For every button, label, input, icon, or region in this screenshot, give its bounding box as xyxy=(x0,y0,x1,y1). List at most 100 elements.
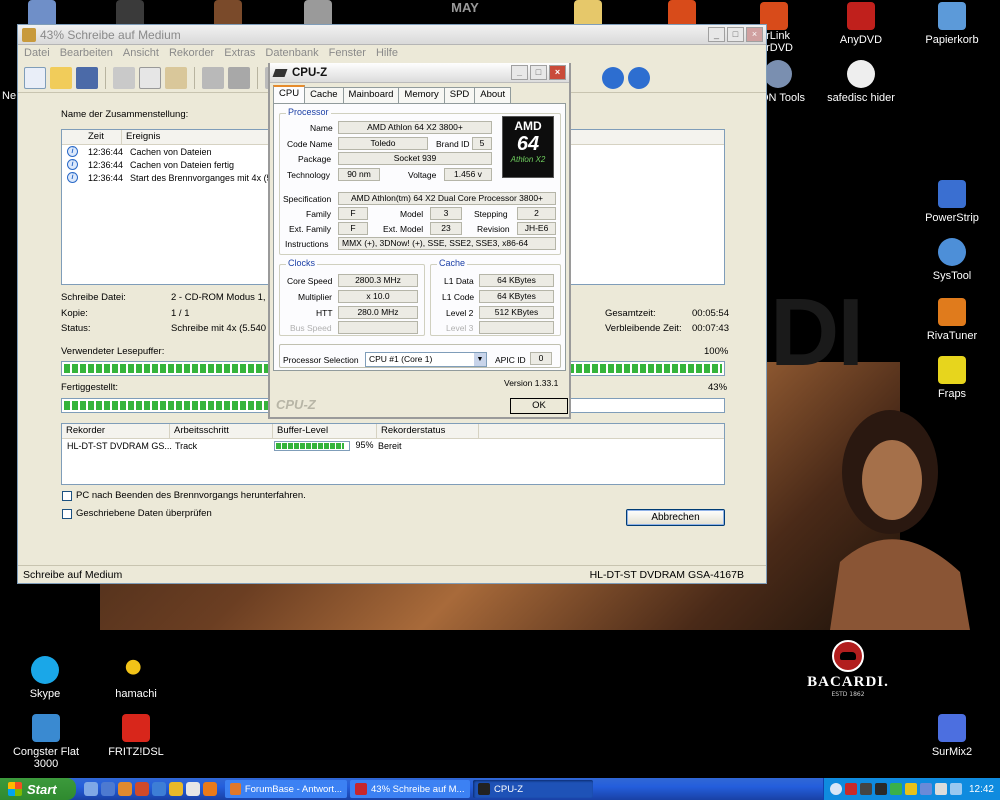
ok-button[interactable]: OK xyxy=(510,398,568,414)
burn-window-title: 43% Schreibe auf Medium xyxy=(40,27,181,42)
chevron-down-icon: ▼ xyxy=(474,353,486,366)
close-button[interactable]: × xyxy=(549,65,566,80)
quicklaunch-icon-4[interactable] xyxy=(135,782,149,796)
revision-label: Revision xyxy=(477,224,510,234)
desktop-icon-hamachi[interactable]: hamachi xyxy=(98,656,174,700)
tray-icon-3[interactable] xyxy=(874,783,887,795)
task-forumbase[interactable]: ForumBase - Antwort... xyxy=(225,780,347,798)
quicklaunch-icon-7[interactable] xyxy=(186,782,200,796)
quicklaunch-icon-8[interactable] xyxy=(203,782,217,796)
processor-selection-dropdown[interactable]: CPU #1 (Core 1) ▼ xyxy=(365,352,487,367)
info-icon[interactable] xyxy=(602,66,624,89)
tray-icon-1[interactable] xyxy=(844,783,857,795)
menu-datei[interactable]: Datei xyxy=(24,47,50,61)
tray-expand-icon[interactable] xyxy=(829,783,842,795)
desktop-icon-skype[interactable]: Skype xyxy=(7,656,83,700)
copy-value: 1 / 1 xyxy=(171,308,190,319)
toolbar-separator xyxy=(194,66,195,89)
maximize-button[interactable]: □ xyxy=(727,27,744,42)
open-folder-icon[interactable] xyxy=(50,66,72,89)
log-time: 12:36:44 xyxy=(88,172,124,183)
l1-code-value: 64 KBytes xyxy=(479,290,554,303)
desktop-icon-rivatuner[interactable]: RivaTuner xyxy=(914,298,990,342)
tab-cpu[interactable]: CPU xyxy=(273,85,306,103)
volume-icon[interactable] xyxy=(934,783,947,795)
column-recorder-status[interactable]: Rekorderstatus xyxy=(377,424,479,438)
save-icon[interactable] xyxy=(76,66,98,89)
tab-cache[interactable]: Cache xyxy=(304,87,344,103)
column-recorder[interactable]: Rekorder xyxy=(62,424,170,438)
start-button[interactable]: Start xyxy=(0,778,76,800)
menu-bearbeiten[interactable]: Bearbeiten xyxy=(60,47,113,61)
column-time[interactable]: Zeit xyxy=(62,130,122,144)
tray-icon-2[interactable] xyxy=(859,783,872,795)
desktop-icon-label: Papierkorb xyxy=(925,34,979,46)
log-event: Cachen von Dateien xyxy=(130,146,212,157)
desktop-icon-fraps[interactable]: Fraps xyxy=(914,356,990,400)
network-icon[interactable] xyxy=(949,783,962,795)
maximize-button[interactable]: □ xyxy=(530,65,547,80)
desktop-icon-daemon-tools[interactable]: ON Tools xyxy=(760,60,810,104)
menu-extras[interactable]: Extras xyxy=(224,47,255,61)
desktop-icon-safedisc-hider[interactable]: safedisc hider xyxy=(823,60,899,104)
quicklaunch-icon-5[interactable] xyxy=(152,782,166,796)
desktop-icon-systool[interactable]: SysTool xyxy=(914,238,990,282)
log-event: Cachen von Dateien fertig xyxy=(130,159,235,170)
gear-icon xyxy=(938,238,966,266)
name-label: Name xyxy=(310,123,333,133)
tab-spd[interactable]: SPD xyxy=(443,87,476,103)
info-icon: i xyxy=(67,146,78,157)
close-button[interactable]: × xyxy=(746,27,763,42)
menu-fenster[interactable]: Fenster xyxy=(329,47,366,61)
quicklaunch-icon-6[interactable] xyxy=(169,782,183,796)
quicklaunch-icon-2[interactable] xyxy=(101,782,115,796)
bacardi-name: BACARDI. xyxy=(807,674,889,690)
desktop-icon-congster[interactable]: Congster Flat 3000 xyxy=(0,714,92,770)
desktop-icon-powerstrip[interactable]: PowerStrip xyxy=(914,180,990,224)
tab-mainboard[interactable]: Mainboard xyxy=(342,87,400,103)
cpuz-titlebar[interactable]: CPU-Z _ □ × xyxy=(270,63,569,83)
tray-icon-5[interactable] xyxy=(904,783,917,795)
menu-hilfe[interactable]: Hilfe xyxy=(376,47,398,61)
tools-icon[interactable] xyxy=(228,66,250,89)
task-cpuz[interactable]: CPU-Z xyxy=(473,780,593,798)
info-icon: i xyxy=(67,159,78,170)
recorder-list[interactable]: Rekorder Arbeitsschritt Buffer-Level Rek… xyxy=(61,423,725,485)
new-file-icon[interactable] xyxy=(24,66,46,89)
desktop-icon-papierkorb[interactable]: Papierkorb xyxy=(914,2,990,46)
tab-memory[interactable]: Memory xyxy=(398,87,445,103)
cache-group-title: Cache xyxy=(437,258,468,268)
buffer-level-value: 95% xyxy=(355,440,374,451)
quicklaunch-icon-1[interactable] xyxy=(84,782,98,796)
minimize-button[interactable]: _ xyxy=(511,65,528,80)
column-step[interactable]: Arbeitsschritt xyxy=(170,424,273,438)
menu-datenbank[interactable]: Datenbank xyxy=(265,47,318,61)
desktop-icon-network[interactable]: Ne xyxy=(2,60,18,102)
table-row[interactable]: HL-DT-ST DVDRAM GS... Track 95% Bereit xyxy=(62,439,724,452)
cut-icon[interactable] xyxy=(113,66,135,89)
edit-icon[interactable] xyxy=(202,66,224,89)
copy-icon[interactable] xyxy=(139,66,161,89)
abort-button[interactable]: Abbrechen xyxy=(626,509,725,526)
desktop-icon-anydvd[interactable]: AnyDVD xyxy=(823,2,899,46)
task-burn[interactable]: 43% Schreibe auf M... xyxy=(350,780,470,798)
desktop-icon-erlink[interactable]: erLink erDVD xyxy=(760,2,808,54)
quicklaunch-icon-3[interactable] xyxy=(118,782,132,796)
clock[interactable]: 12:42 xyxy=(969,784,994,795)
help-icon[interactable] xyxy=(628,66,650,89)
burn-window-titlebar[interactable]: 43% Schreibe auf Medium _ □ × xyxy=(18,25,766,45)
menu-ansicht[interactable]: Ansicht xyxy=(123,47,159,61)
tab-about[interactable]: About xyxy=(474,87,512,103)
stepping-label: Stepping xyxy=(474,209,508,219)
tray-icon-6[interactable] xyxy=(919,783,932,795)
shutdown-checkbox[interactable] xyxy=(62,491,72,501)
column-buffer[interactable]: Buffer-Level xyxy=(273,424,377,438)
menu-rekorder[interactable]: Rekorder xyxy=(169,47,214,61)
taskbar: Start ForumBase - Antwort... 43% Schreib… xyxy=(0,778,1000,800)
minimize-button[interactable]: _ xyxy=(708,27,725,42)
paste-icon[interactable] xyxy=(165,66,187,89)
desktop-icon-fritzdsl[interactable]: FRITZ!DSL xyxy=(98,714,174,758)
tray-icon-4[interactable] xyxy=(889,783,902,795)
verify-checkbox[interactable] xyxy=(62,509,72,519)
desktop-icon-surmix2[interactable]: SurMix2 xyxy=(914,714,990,758)
